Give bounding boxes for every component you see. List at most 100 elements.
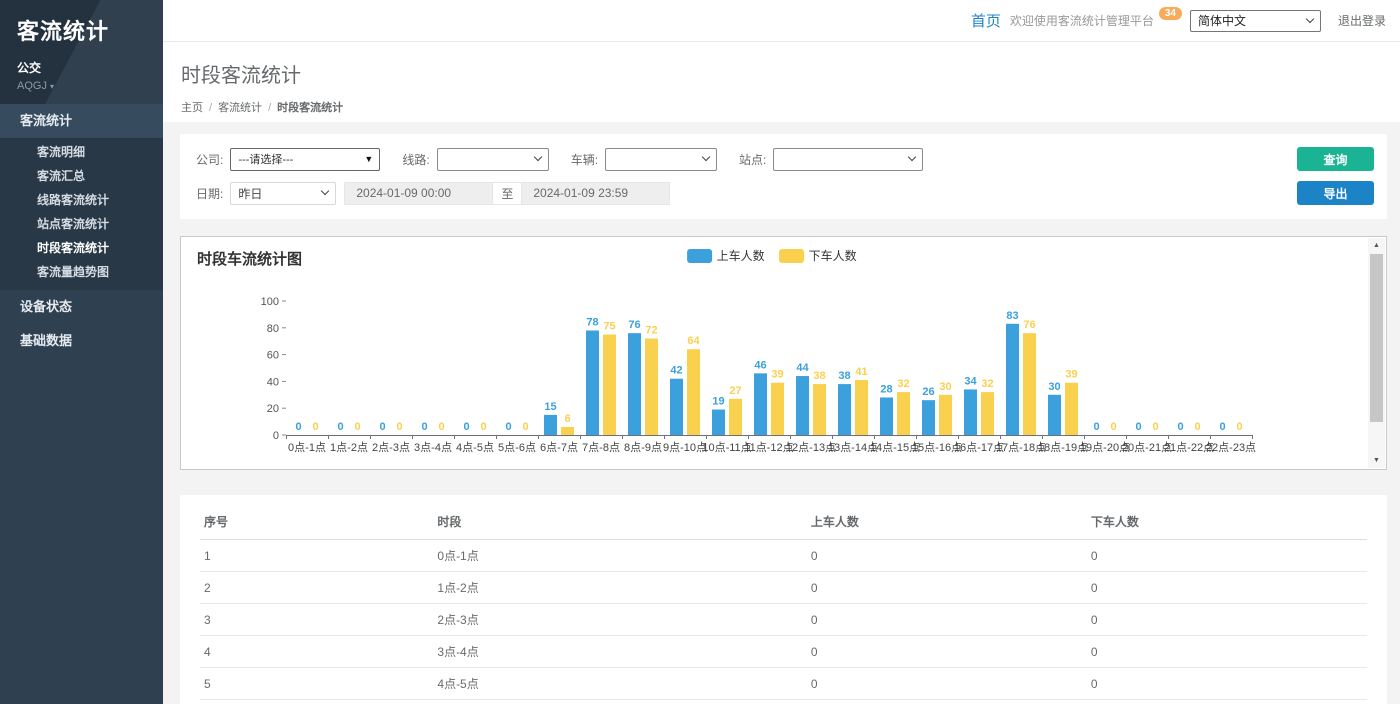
topbar-home-link[interactable]: 首页 <box>971 10 1001 31</box>
svg-text:0: 0 <box>273 430 279 442</box>
language-select[interactable]: 简体中文 <box>1190 10 1321 32</box>
chart-scrollbar[interactable]: ▲ ▼ <box>1368 238 1385 468</box>
svg-text:83: 83 <box>1006 310 1018 322</box>
date-range-select-value: 昨日 <box>238 185 262 202</box>
svg-text:76: 76 <box>1023 319 1035 331</box>
svg-text:32: 32 <box>981 378 993 390</box>
table-row: 21点-2点00 <box>200 572 1367 604</box>
sidebar-item[interactable]: 基础数据 <box>0 324 163 358</box>
svg-text:0: 0 <box>463 421 469 433</box>
svg-text:1点-2点: 1点-2点 <box>330 441 368 454</box>
scrollbar-thumb[interactable] <box>1370 254 1383 422</box>
breadcrumb-item[interactable]: 主页 <box>181 102 203 114</box>
svg-text:26: 26 <box>922 386 934 398</box>
svg-text:46: 46 <box>754 359 766 371</box>
company-select-value: ---请选择--- <box>238 151 293 167</box>
svg-text:0: 0 <box>354 421 360 433</box>
svg-text:15: 15 <box>544 401 556 413</box>
sidebar-subitem[interactable]: 客流明细 <box>0 140 163 164</box>
table-panel: 序号 时段 上车人数 下车人数 10点-1点0021点-2点0032点-3点00… <box>180 495 1387 704</box>
topbar-welcome-text: 欢迎使用客流统计管理平台 <box>1010 12 1154 29</box>
page-heading: 时段客流统计 主页/客流统计/时段客流统计 <box>163 42 1400 122</box>
sidebar-item[interactable]: 客流统计 <box>0 104 163 138</box>
date-start-input[interactable]: 2024-01-09 00:00 <box>344 182 492 205</box>
sidebar-subitem[interactable]: 线路客流统计 <box>0 188 163 212</box>
svg-text:2点-3点: 2点-3点 <box>372 441 410 454</box>
sidebar-subitem[interactable]: 时段客流统计 <box>0 236 163 260</box>
svg-text:38: 38 <box>813 370 825 382</box>
company-select[interactable]: ---请选择--- ▼ <box>230 148 380 171</box>
svg-text:7点-8点: 7点-8点 <box>582 441 620 454</box>
table-cell: 0 <box>807 700 1087 704</box>
table-cell: 0 <box>1087 604 1367 636</box>
filter-panel: 公司: ---请选择--- ▼ 线路: 车辆: 站点: <box>180 134 1387 219</box>
svg-text:38: 38 <box>838 370 850 382</box>
col-header-alighting: 下车人数 <box>1087 503 1367 540</box>
sidebar-subitem[interactable]: 客流汇总 <box>0 164 163 188</box>
svg-text:0: 0 <box>1194 421 1200 433</box>
user-menu[interactable]: AQGJ▾ <box>17 80 163 92</box>
date-range-select[interactable]: 昨日 <box>230 182 336 205</box>
svg-text:39: 39 <box>1065 369 1077 381</box>
svg-text:8点-9点: 8点-9点 <box>624 441 662 454</box>
line-label: 线路: <box>402 151 429 168</box>
table-cell: 0 <box>807 572 1087 604</box>
logout-link[interactable]: 退出登录 <box>1338 12 1386 29</box>
svg-text:0点-1点: 0点-1点 <box>288 441 326 454</box>
svg-text:0: 0 <box>337 421 343 433</box>
export-button[interactable]: 导出 <box>1297 181 1374 205</box>
sidebar-subitem[interactable]: 客流量趋势图 <box>0 260 163 284</box>
svg-text:80: 80 <box>267 323 279 335</box>
svg-text:0: 0 <box>379 421 385 433</box>
filter-row-2: 日期: 昨日 2024-01-09 00:00 至 2024-01-09 23:… <box>196 181 1371 205</box>
breadcrumb-separator: / <box>268 102 271 114</box>
station-select[interactable] <box>773 148 923 171</box>
date-end-input[interactable]: 2024-01-09 23:59 <box>522 182 670 205</box>
dropdown-caret-icon: ▼ <box>364 154 373 164</box>
chevron-down-icon <box>533 153 541 161</box>
table-cell: 0 <box>1087 668 1367 700</box>
sidebar-subitem[interactable]: 站点客流统计 <box>0 212 163 236</box>
svg-text:0: 0 <box>312 421 318 433</box>
svg-text:44: 44 <box>796 362 809 374</box>
col-header-boarding: 上车人数 <box>807 503 1087 540</box>
svg-text:0: 0 <box>295 421 301 433</box>
vehicle-select[interactable] <box>605 148 717 171</box>
table-cell: 4 <box>200 636 433 668</box>
table-row: 65点-6点00 <box>200 700 1367 704</box>
svg-text:30: 30 <box>1048 381 1060 393</box>
svg-text:0: 0 <box>1152 421 1158 433</box>
svg-text:9点-10点: 9点-10点 <box>663 441 707 454</box>
query-button[interactable]: 查询 <box>1297 147 1374 171</box>
svg-text:27: 27 <box>729 385 741 397</box>
chevron-down-icon: ▾ <box>50 82 54 91</box>
svg-text:0: 0 <box>522 421 528 433</box>
legend-swatch <box>779 249 804 263</box>
legend-item[interactable]: 上车人数 <box>687 247 765 264</box>
svg-text:72: 72 <box>645 325 657 337</box>
language-select-value: 简体中文 <box>1198 12 1246 29</box>
scroll-up-icon[interactable]: ▲ <box>1368 238 1385 253</box>
legend-swatch <box>687 249 712 263</box>
table-cell: 3 <box>200 604 433 636</box>
scroll-down-icon[interactable]: ▼ <box>1368 453 1385 468</box>
svg-text:0: 0 <box>1093 421 1099 433</box>
breadcrumb: 主页/客流统计/时段客流统计 <box>181 99 1400 115</box>
svg-text:76: 76 <box>628 319 640 331</box>
filter-row-1: 公司: ---请选择--- ▼ 线路: 车辆: 站点: <box>196 147 1371 171</box>
svg-text:34: 34 <box>964 375 977 387</box>
table-cell: 0 <box>807 668 1087 700</box>
svg-text:0: 0 <box>438 421 444 433</box>
svg-text:0: 0 <box>1110 421 1116 433</box>
line-select[interactable] <box>437 148 549 171</box>
breadcrumb-item[interactable]: 客流统计 <box>218 102 262 114</box>
svg-text:0: 0 <box>396 421 402 433</box>
svg-text:75: 75 <box>603 321 615 333</box>
sidebar-item[interactable]: 设备状态 <box>0 290 163 324</box>
bar-chart: 0204060801000点-1点001点-2点002点-3点003点-4点00… <box>181 265 1386 470</box>
breadcrumb-item: 时段客流统计 <box>277 102 343 114</box>
chart-legend: 上车人数下车人数 <box>687 247 857 264</box>
legend-item[interactable]: 下车人数 <box>779 247 857 264</box>
table-cell: 2点-3点 <box>433 604 806 636</box>
table-row: 54点-5点00 <box>200 668 1367 700</box>
